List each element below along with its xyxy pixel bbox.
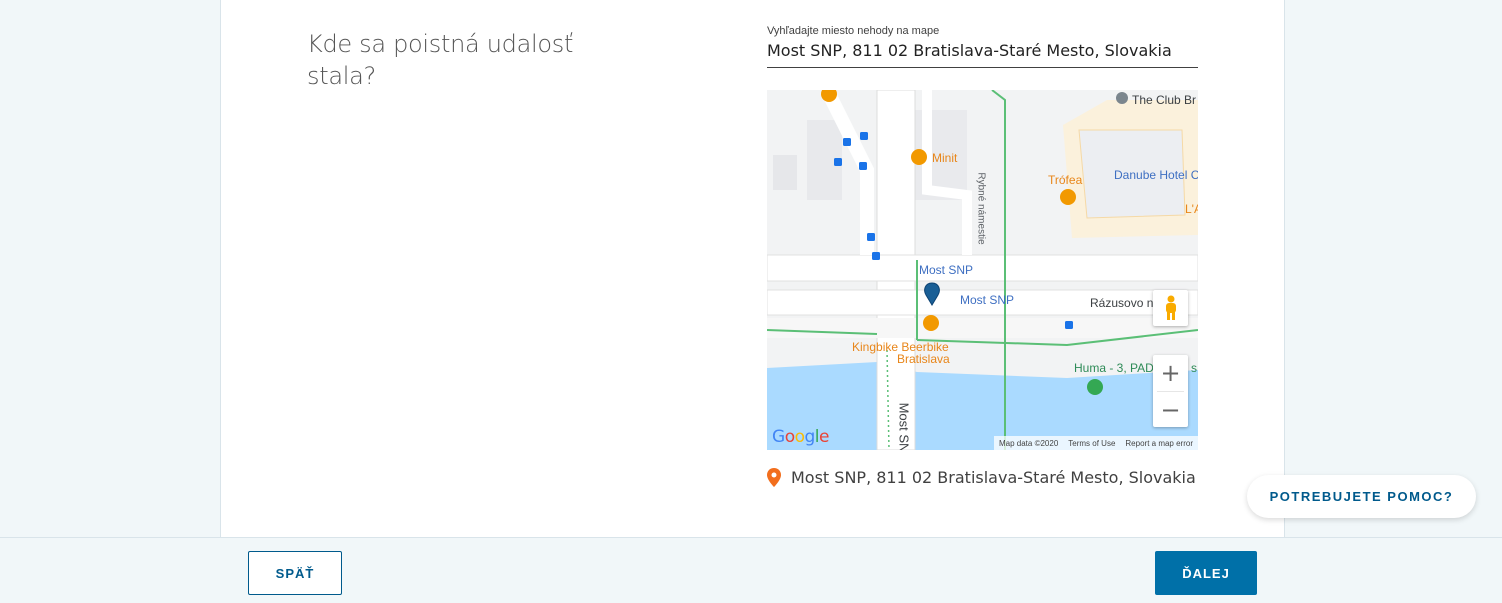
map-label-danube: Danube Hotel C <box>1114 168 1198 182</box>
selected-address: Most SNP, 811 02 Bratislava-Staré Mesto,… <box>767 468 1196 487</box>
next-button[interactable]: ĎALEJ <box>1155 551 1257 595</box>
address-text: Most SNP, 811 02 Bratislava-Staré Mesto,… <box>791 468 1196 487</box>
map-base <box>767 90 1198 450</box>
pegman-icon <box>1165 295 1176 320</box>
map[interactable]: The Club Br Minit Trófea Danube Hotel C … <box>767 90 1198 450</box>
location-search-input[interactable] <box>767 38 1198 68</box>
question-heading: Kde sa poistná udalosť stala? <box>307 30 574 90</box>
map-label-most-snp-1: Most SNP <box>919 263 974 277</box>
help-button[interactable]: POTREBUJETE POMOC? <box>1247 475 1476 518</box>
map-label-bridge: Most SN <box>896 402 912 450</box>
footer <box>0 537 1502 603</box>
location-pin-icon <box>767 468 781 487</box>
map-label-la: L'A <box>1185 202 1198 216</box>
map-label-trofea: Trófea <box>1048 173 1083 187</box>
zoom-in-button[interactable]: + <box>1153 355 1188 391</box>
street-view-pegman[interactable] <box>1153 290 1188 326</box>
map-label-rybne: Rybné námestie <box>975 172 987 245</box>
map-data-text: Map data ©2020 <box>999 438 1059 448</box>
map-attribution: Map data ©2020 Terms of Use Report a map… <box>994 436 1198 450</box>
map-label-huma-1: Huma - 3, PAD <box>1074 361 1154 375</box>
map-label-minit: Minit <box>932 151 958 165</box>
search-label: Vyhľadajte miesto nehody na mape <box>767 25 940 37</box>
terms-link[interactable]: Terms of Use <box>1063 439 1120 448</box>
zoom-controls: + − <box>1153 355 1188 427</box>
google-logo: Google <box>772 427 829 447</box>
report-error-link[interactable]: Report a map error <box>1120 439 1198 448</box>
back-button[interactable]: SPÄŤ <box>248 551 342 595</box>
map-label-club: The Club Br <box>1132 93 1197 107</box>
zoom-out-button[interactable]: − <box>1153 392 1188 428</box>
map-label-huma-3: s <box>1191 361 1197 375</box>
map-label-kingbike-2: Bratislava <box>897 352 950 366</box>
map-label-most-snp-2: Most SNP <box>960 293 1015 307</box>
